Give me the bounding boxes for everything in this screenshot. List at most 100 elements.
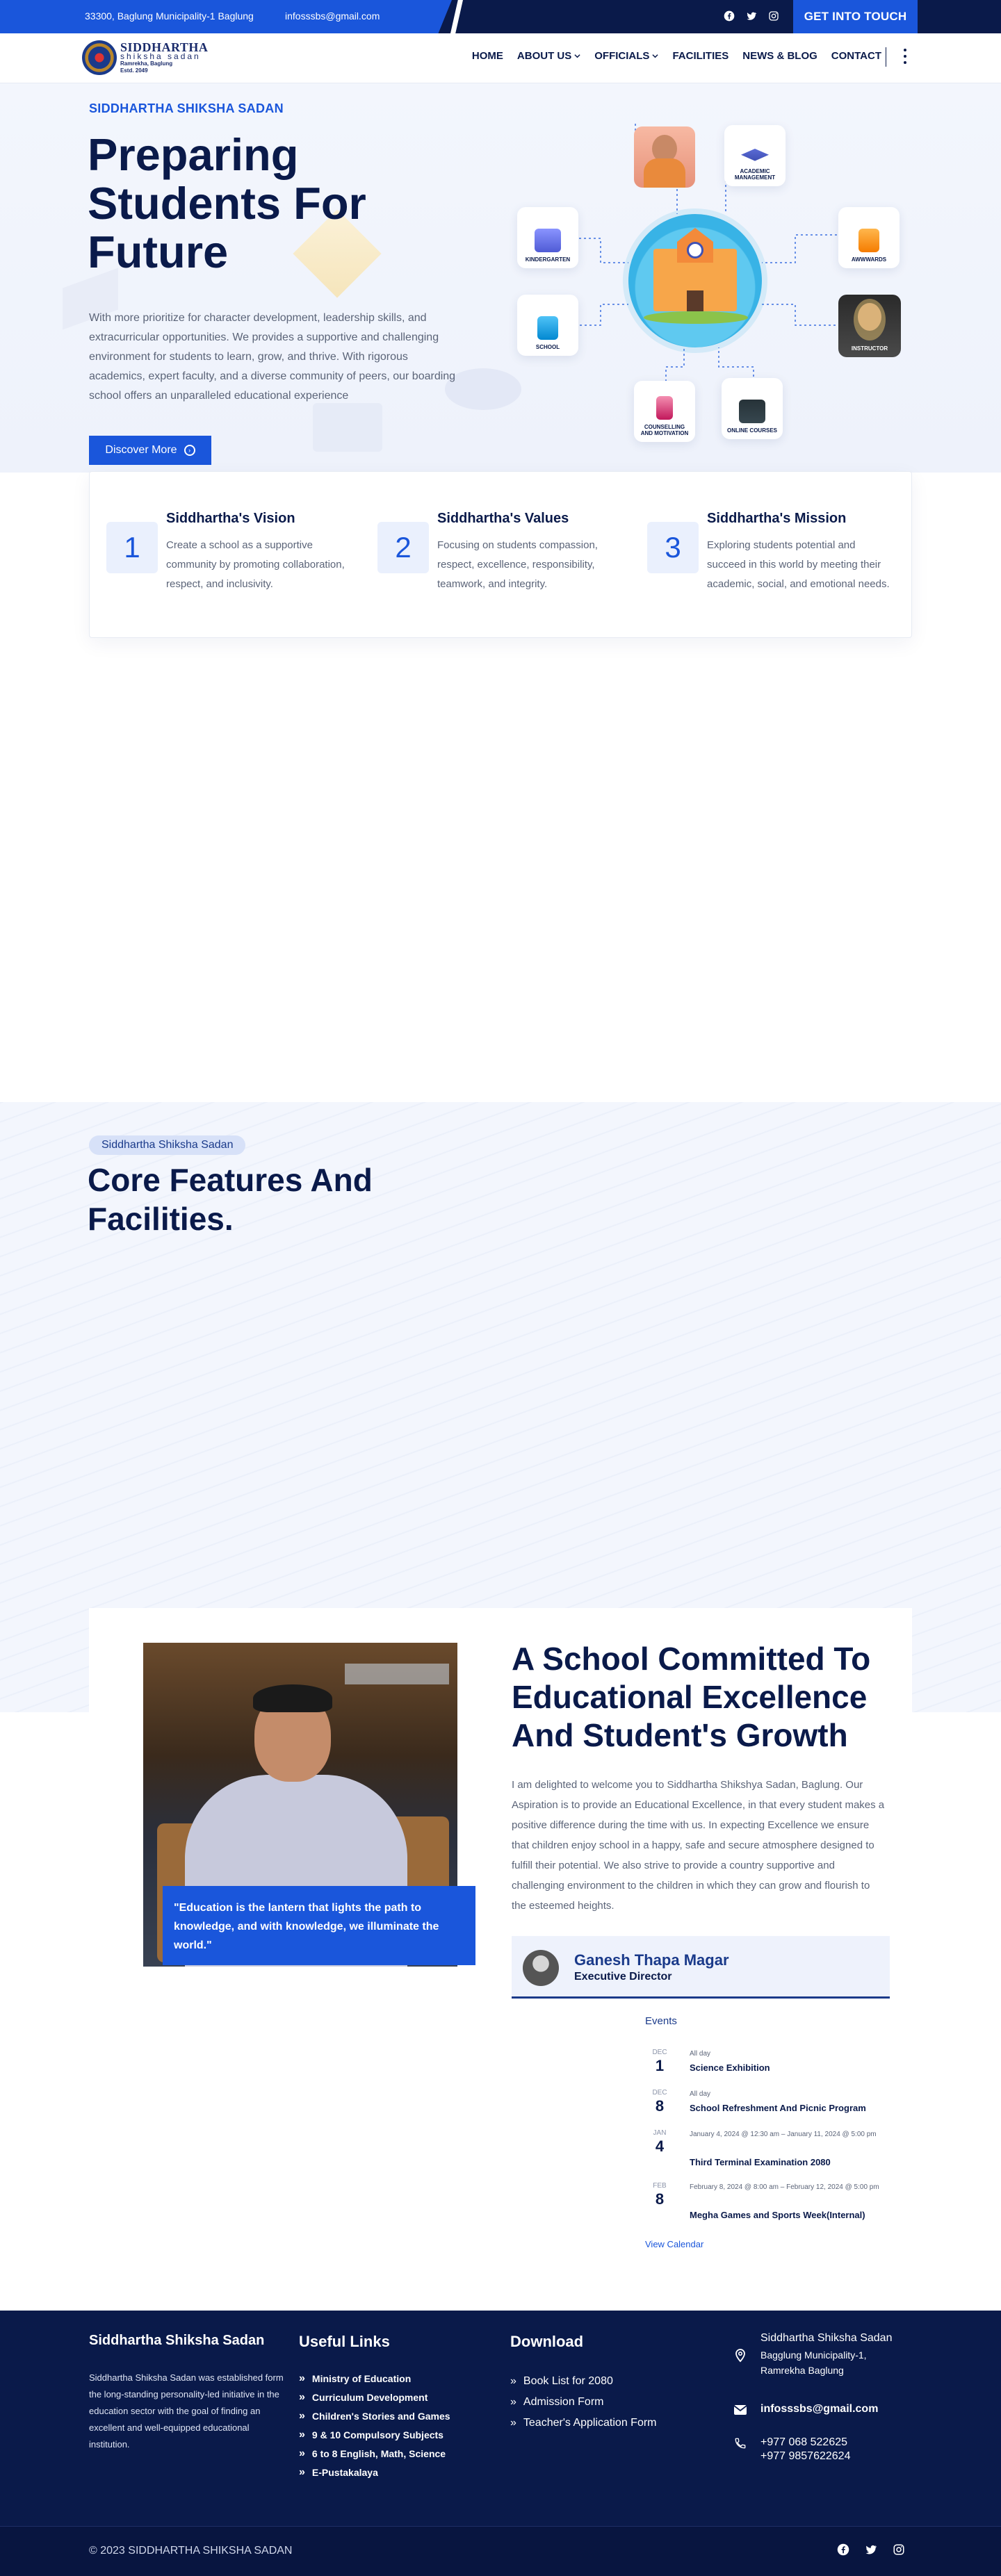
school-node: SCHOOL	[517, 295, 578, 356]
top-social	[723, 10, 780, 22]
main-nav: HOME ABOUT US OFFICIALS FACILITIES NEWS …	[472, 50, 881, 62]
awwwards-node: AWWWARDS	[838, 207, 900, 268]
link-label: Children's Stories and Games	[311, 2411, 450, 2422]
footer-link[interactable]: » 6 to 8 English, Math, Science	[299, 2447, 450, 2460]
download-link[interactable]: » Admission Form	[510, 2396, 657, 2409]
node-label: COUNSELLING AND MOTIVATION	[640, 424, 689, 436]
event-month: DEC	[652, 2049, 667, 2056]
event-time: All day	[690, 2090, 711, 2098]
footer-link[interactable]: » Ministry of Education	[299, 2372, 450, 2385]
footer-about-title: Siddhartha Shiksha Sadan	[89, 2333, 265, 2348]
event-name[interactable]: School Refreshment And Picnic Program	[690, 2103, 866, 2113]
quote-box: "Education is the lantern that lights th…	[163, 1886, 475, 1965]
link-label: Admission Form	[523, 2396, 604, 2408]
double-chevron-icon: »	[510, 2417, 516, 2429]
hero-illustration: ACADEMIC MANAGEMENT KINDERGARTEN AWWWARD…	[517, 124, 906, 450]
school-building-icon	[628, 214, 762, 347]
link-label: Teacher's Application Form	[523, 2417, 657, 2429]
event-name[interactable]: Third Terminal Examination 2080	[690, 2157, 831, 2167]
double-chevron-icon: »	[299, 2372, 305, 2384]
instructor-node: INSTRUCTOR	[838, 295, 901, 357]
features-title: Core Features And Facilities.	[88, 1162, 373, 1237]
link-label: Ministry of Education	[311, 2373, 412, 2384]
contact-email-link[interactable]: infosssbs@gmail.com	[760, 2403, 878, 2415]
event-name[interactable]: Science Exhibition	[690, 2062, 770, 2073]
facebook-icon[interactable]	[723, 10, 735, 22]
footer-link[interactable]: » 9 & 10 Compulsory Subjects	[299, 2429, 450, 2441]
nav-item-about-us[interactable]: ABOUT US	[517, 50, 580, 62]
counselling-node: COUNSELLING AND MOTIVATION	[634, 381, 695, 442]
author-name: Ganesh Thapa Magar	[574, 1951, 729, 1969]
node-label: AWWWARDS	[851, 256, 887, 263]
event-month: JAN	[653, 2129, 667, 2137]
double-chevron-icon: »	[510, 2375, 516, 2387]
useful-links-list: » Ministry of Education » Curriculum Devel…	[299, 2372, 450, 2479]
discover-more-button[interactable]: Discover More ›	[89, 436, 211, 465]
vision-values-mission-panel: 1 Siddhartha's Vision Create a school as…	[89, 471, 912, 638]
download-link[interactable]: » Teacher's Application Form	[510, 2417, 657, 2429]
link-label: Book List for 2080	[523, 2375, 613, 2387]
hero-eyebrow: SIDDHARTHA SHIKSHA SADAN	[89, 101, 284, 115]
view-calendar-link[interactable]: View Calendar	[645, 2239, 703, 2249]
card-title: Siddhartha's Mission	[707, 511, 847, 526]
footer-link[interactable]: » Children's Stories and Games	[299, 2410, 450, 2422]
footer-social	[837, 2543, 905, 2559]
event-name[interactable]: Megha Games and Sports Week(Internal)	[690, 2210, 865, 2220]
download-link[interactable]: » Book List for 2080	[510, 2375, 657, 2388]
contact-phone-1[interactable]: +977 068 522625	[760, 2436, 850, 2450]
footer-link[interactable]: » Curriculum Development	[299, 2391, 450, 2404]
contact-name: Siddhartha Shiksha Sadan	[760, 2332, 893, 2344]
card-title: Siddhartha's Vision	[166, 511, 295, 526]
double-chevron-icon: »	[299, 2391, 305, 2403]
instagram-icon[interactable]	[893, 2543, 905, 2559]
facebook-icon[interactable]	[837, 2543, 849, 2559]
more-menu-icon[interactable]	[902, 49, 908, 64]
nav-label: HOME	[471, 50, 503, 62]
nav-item-news-blog[interactable]: NEWS & BLOG	[742, 50, 817, 62]
nav-item-contact[interactable]: CONTACT	[831, 50, 881, 62]
logo-subtitle: shiksha sadan	[120, 51, 201, 61]
discover-more-label: Discover More	[105, 444, 177, 456]
footer-email: infosssbs@gmail.com	[733, 2403, 878, 2415]
logo-location: Ramrekha, Baglung	[120, 60, 173, 67]
author-role: Executive Director	[574, 1971, 672, 1983]
nav-label: ABOUT US	[516, 50, 572, 62]
contact-phone-2[interactable]: +977 9857622624	[760, 2450, 850, 2463]
footer-link[interactable]: » E-Pustakalaya	[299, 2466, 450, 2479]
nav-label: FACILITIES	[672, 50, 729, 62]
school-logo-icon[interactable]	[82, 40, 117, 75]
arrow-right-circle-icon: ›	[184, 445, 195, 456]
nav-label: CONTACT	[831, 50, 881, 62]
link-label: 9 & 10 Compulsory Subjects	[311, 2429, 443, 2440]
copyright: © 2023 SIDDHARTHA SHIKSHA SADAN	[89, 2545, 293, 2557]
event-day: 8	[655, 2097, 665, 2115]
card-number: 2	[377, 522, 429, 573]
get-into-touch-button[interactable]: GET INTO TOUCH	[793, 0, 918, 33]
card-number: 3	[647, 522, 699, 573]
about-title: A School Committed To Educational Excell…	[512, 1641, 871, 1753]
about-text: I am delighted to welcome you to Siddhar…	[512, 1779, 885, 1912]
hero-decoration	[313, 403, 382, 452]
event-month: DEC	[652, 2089, 667, 2097]
card-text: Exploring students potential and succeed…	[707, 539, 890, 590]
event-day: 4	[655, 2138, 665, 2155]
logo-established: Estd. 2049	[120, 67, 148, 74]
hero-title: Preparing Students For Future	[88, 129, 366, 277]
event-day: 8	[655, 2190, 665, 2208]
node-label: SCHOOL	[535, 344, 560, 350]
node-label: ONLINE COURSES	[726, 427, 777, 434]
top-email-link[interactable]: infosssbs@gmail.com	[285, 10, 380, 22]
online-courses-node: ONLINE COURSES	[722, 378, 783, 439]
chevron-down-icon	[574, 54, 580, 58]
nav-item-facilities[interactable]: FACILITIES	[672, 50, 729, 62]
top-address: 33300, Baglung Municipality-1 Baglung	[85, 10, 254, 22]
nav-item-officials[interactable]: OFFICIALS	[594, 50, 659, 62]
twitter-icon[interactable]	[745, 10, 758, 22]
twitter-icon[interactable]	[865, 2543, 877, 2559]
event-month: FEB	[653, 2182, 667, 2190]
link-label: 6 to 8 English, Math, Science	[311, 2448, 446, 2459]
event-time: All day	[690, 2050, 711, 2058]
nav-item-home[interactable]: HOME	[472, 50, 503, 62]
double-chevron-icon: »	[299, 2410, 305, 2422]
instagram-icon[interactable]	[767, 10, 780, 22]
